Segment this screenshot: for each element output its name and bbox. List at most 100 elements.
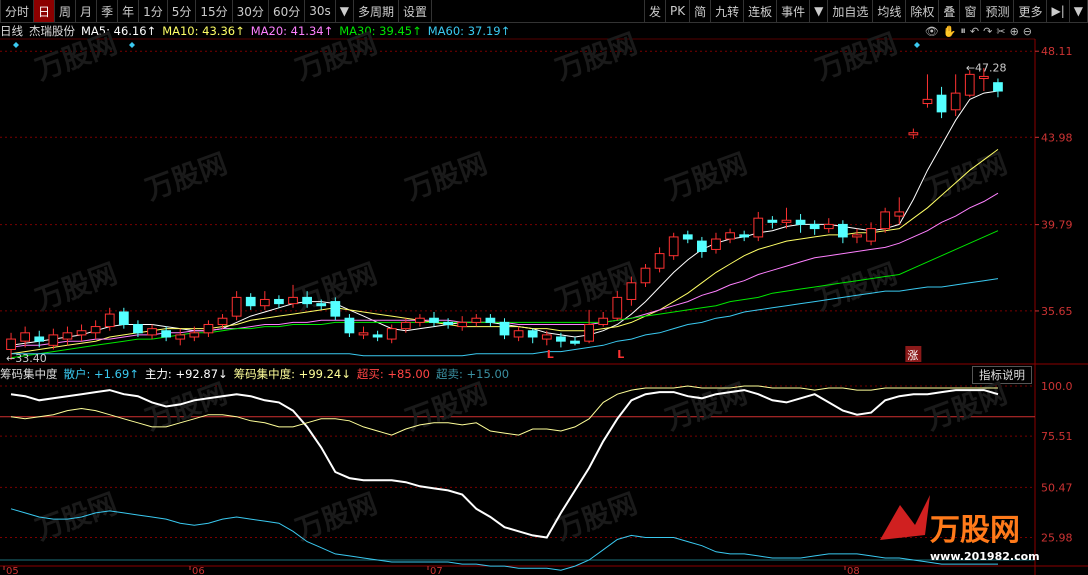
- candle-30: [429, 311, 439, 327]
- ind-axis-label-3: 25.98: [1041, 532, 1073, 545]
- price-axis-label-1: 43.98: [1041, 131, 1073, 144]
- logo-arrow-icon: [880, 495, 930, 540]
- candle-body-54: [767, 219, 778, 223]
- watermark-text-0: 万股网: [31, 27, 121, 87]
- candle-body-2: [34, 336, 45, 342]
- date-label-1: 06: [192, 566, 205, 575]
- candle-26: [372, 330, 383, 342]
- candle-42: [598, 311, 609, 327]
- candle-60: [852, 228, 862, 244]
- signal-marker-l2: L: [617, 348, 624, 361]
- candle-12: [175, 328, 186, 346]
- candle-32: [457, 316, 468, 331]
- candle-body-12: [175, 334, 186, 340]
- watermark-text-7: 万股网: [921, 147, 1011, 207]
- logo-url: www.201982.com: [930, 550, 1040, 563]
- date-label-0: 05: [6, 566, 19, 575]
- candle-body-15: [217, 317, 228, 325]
- candle-body-20: [288, 296, 298, 305]
- candle-body-7: [104, 313, 115, 328]
- candle-body-45: [640, 267, 651, 284]
- candle-body-28: [400, 321, 411, 330]
- candle-body-49: [697, 240, 707, 253]
- candle-body-41: [584, 323, 594, 342]
- candle-body-53: [753, 217, 764, 238]
- watermark-text-1: 万股网: [291, 27, 381, 87]
- candle-4: [62, 326, 73, 346]
- candle-56: [795, 214, 806, 233]
- candle-body-55: [781, 219, 792, 223]
- candle-36: [513, 326, 524, 342]
- watermark-text-11: 万股网: [811, 257, 901, 317]
- candle-1: [20, 326, 31, 348]
- candle-body-67: [950, 92, 961, 111]
- candle-51: [725, 228, 735, 244]
- watermark-text-3: 万股网: [811, 27, 901, 87]
- price-axis-label-3: 35.65: [1041, 305, 1073, 318]
- kline-chart[interactable]: 万股网 万股网 万股网 万股网万股网 万股网 万股网 万股网万股网 万股网 万股网 万股网万股网万…: [0, 0, 1088, 575]
- candle-body-70: [993, 82, 1003, 92]
- candle-67: [950, 74, 961, 117]
- candle-66: [936, 86, 947, 119]
- ma-lines: [10, 90, 999, 359]
- candle-49: [697, 236, 707, 258]
- candle-17: [245, 293, 256, 310]
- candle-body-3: [48, 334, 59, 346]
- candle-body-4: [62, 332, 73, 340]
- event-diamond-2: [914, 42, 920, 48]
- candle-body-69: [978, 75, 989, 80]
- candle-body-63: [894, 211, 905, 217]
- watermark-text-5: 万股网: [401, 147, 491, 207]
- logo-text: 万股网: [930, 513, 1020, 548]
- candle-body-27: [386, 328, 397, 340]
- candle-24: [344, 314, 355, 337]
- candle-body-22: [316, 303, 327, 307]
- ind-axis-label-1: 75.51: [1041, 430, 1073, 443]
- candle-25: [358, 326, 369, 340]
- candle-31: [443, 318, 453, 329]
- candle-5: [76, 324, 87, 342]
- candle-body-16: [231, 296, 242, 317]
- candle-54: [767, 216, 778, 229]
- candle-body-39: [556, 336, 566, 342]
- candle-41: [584, 309, 594, 344]
- candle-body-50: [711, 238, 721, 250]
- candle-body-24: [344, 317, 355, 334]
- candle-body-9: [133, 323, 143, 334]
- candle-body-57: [809, 223, 820, 230]
- candle-body-61: [866, 228, 876, 242]
- candle-body-31: [443, 321, 453, 325]
- candle-body-34: [485, 317, 496, 323]
- chart-grid: [0, 38, 1088, 575]
- zhang-marker: 涨: [907, 349, 918, 362]
- indicator-line-1: [10, 508, 998, 571]
- watermark-text-6: 万股网: [661, 147, 751, 207]
- candle-body-60: [852, 234, 862, 238]
- date-label-3: 08: [847, 566, 860, 575]
- candle-body-48: [682, 234, 693, 240]
- watermark-text-2: 万股网: [551, 27, 641, 87]
- candle-body-26: [372, 334, 383, 338]
- candle-body-5: [76, 330, 87, 336]
- candle-16: [231, 291, 242, 321]
- candle-3: [48, 328, 59, 350]
- candle-body-51: [725, 232, 735, 240]
- watermarks: 万股网 万股网 万股网 万股网万股网 万股网 万股网 万股网万股网 万股网 万股网 万股网万股网万…: [31, 27, 1011, 547]
- candle-body-6: [90, 326, 101, 334]
- ma-line-ma5: [10, 90, 999, 346]
- candle-53: [753, 211, 764, 242]
- candle-body-66: [936, 94, 947, 113]
- candle-37: [527, 328, 538, 344]
- candle-34: [485, 314, 496, 327]
- candle-61: [866, 222, 876, 246]
- ind-axis-label-2: 50.47: [1041, 481, 1073, 494]
- candle-58: [823, 218, 834, 233]
- candle-body-36: [513, 330, 524, 338]
- candle-body-56: [795, 219, 806, 225]
- candle-body-11: [161, 330, 172, 338]
- candle-body-68: [964, 73, 975, 96]
- candle-body-17: [245, 296, 256, 307]
- candle-body-38: [541, 334, 552, 340]
- candle-body-0: [6, 338, 16, 350]
- candle-55: [781, 207, 792, 229]
